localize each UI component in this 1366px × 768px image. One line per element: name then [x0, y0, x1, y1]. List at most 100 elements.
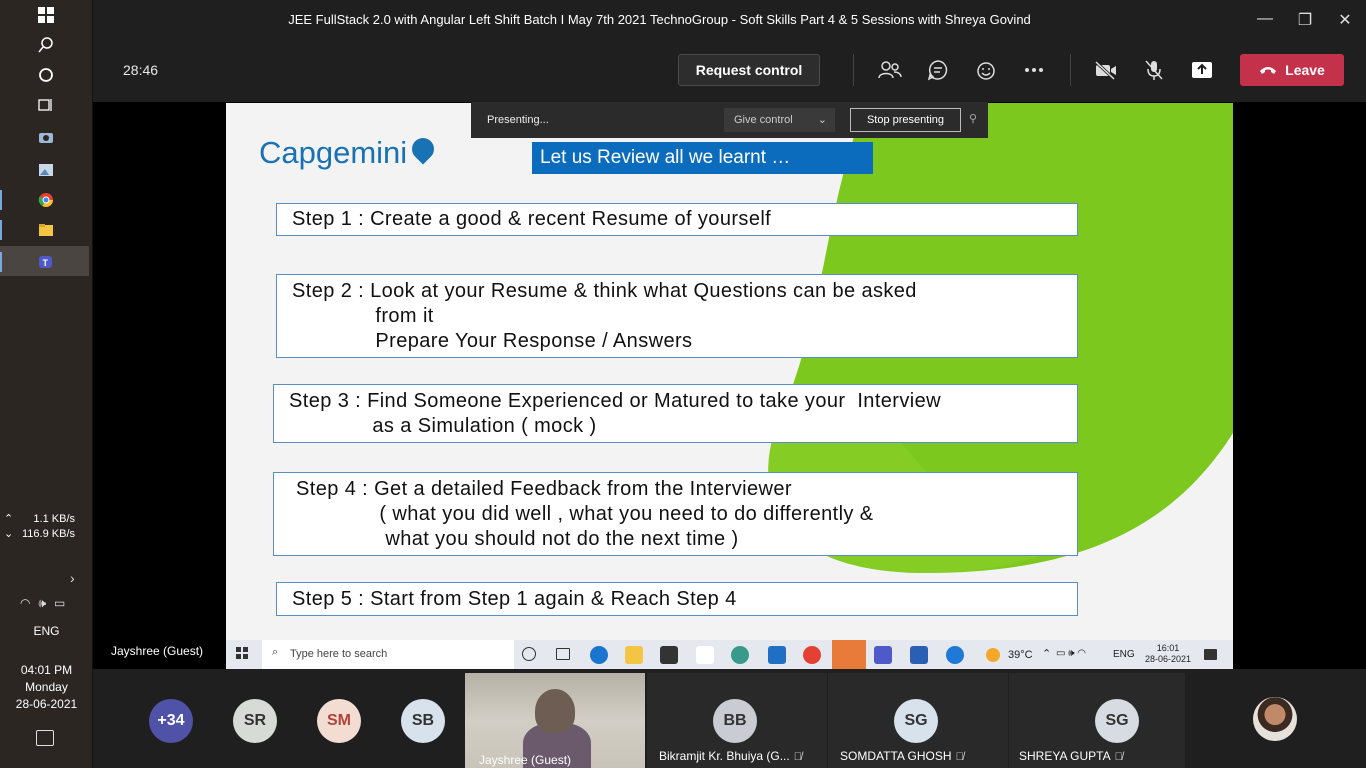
teams-icon[interactable]: T	[36, 252, 56, 272]
clock-date: 28-06-2021	[15, 697, 78, 711]
upload-arrow-icon: ⌃	[4, 513, 14, 525]
stop-presenting-button[interactable]: Stop presenting	[850, 108, 961, 132]
tray-language: ENG	[1113, 649, 1135, 660]
give-control-dropdown[interactable]: Give control ⌄	[724, 108, 835, 132]
chevron-down-icon: ⌄	[817, 114, 827, 126]
app-icon	[696, 646, 714, 664]
participant-name: SOMDATTA GHOSH	[840, 749, 952, 763]
self-avatar-photo[interactable]	[1253, 697, 1297, 741]
capgemini-logo: Capgemini	[259, 133, 439, 171]
meeting-timer: 28:46	[123, 62, 159, 78]
step-3-box: Step 3 : Find Someone Experienced or Mat…	[273, 384, 1078, 443]
step-4-box: Step 4 : Get a detailed Feedback from th…	[273, 472, 1078, 556]
network-speed-meter: ⌃ 1.1 KB/s ⌄ 116.9 KB/s	[0, 512, 93, 542]
step-5-box: Step 5 : Start from Step 1 again & Reach…	[276, 582, 1078, 616]
camera-app-icon[interactable]	[36, 127, 56, 147]
volume-icon[interactable]: 🕪	[38, 596, 46, 611]
clock-time: 04:01 PM	[20, 663, 73, 677]
reactions-icon[interactable]	[973, 58, 999, 82]
word-icon	[910, 646, 928, 664]
download-arrow-icon: ⌄	[4, 528, 14, 540]
tray-date: 28-06-2021	[1144, 654, 1192, 664]
participant-name-row: SOMDATTA GHOSH 🎙̸	[840, 749, 964, 763]
mail-icon	[768, 646, 786, 664]
presenting-control-bar: Presenting... Give control ⌄ Stop presen…	[471, 102, 988, 138]
participants-icon[interactable]	[877, 58, 903, 82]
participant-name-row: SHREYA GUPTA 🎙̸	[1019, 749, 1123, 763]
powerpoint-icon	[832, 640, 866, 669]
participant-name: Bikramjit Kr. Bhuiya (G...	[659, 749, 790, 763]
file-explorer-icon	[625, 646, 643, 664]
file-explorer-icon[interactable]	[36, 220, 56, 240]
system-tray: ◠ 🕪 ▭	[20, 596, 65, 611]
windows-taskbar: T ⌃ 1.1 KB/s ⌄ 116.9 KB/s › ◠ 🕪 ▭ ENG 04:0…	[0, 0, 93, 768]
task-view-icon[interactable]	[36, 95, 56, 115]
participant-video-face	[535, 689, 575, 733]
chrome-icon[interactable]	[36, 190, 56, 210]
window-title: JEE FullStack 2.0 with Angular Left Shif…	[288, 12, 1031, 27]
leave-button[interactable]: Leave	[1240, 54, 1344, 86]
close-button[interactable]: ✕	[1335, 10, 1355, 30]
participant-video-tile[interactable]: Jayshree (Guest)	[465, 673, 645, 768]
participant-avatar: BB	[713, 699, 757, 743]
participant-avatar: SG	[894, 699, 938, 743]
windows-start-icon	[236, 647, 250, 661]
request-control-button[interactable]: Request control	[678, 54, 820, 86]
maximize-button[interactable]: ❐	[1295, 10, 1315, 30]
pin-icon[interactable]: ⚲	[969, 112, 977, 125]
give-control-label: Give control	[734, 114, 793, 126]
windows-start-icon[interactable]	[36, 5, 56, 25]
mic-off-icon: 🎙̸	[955, 751, 964, 763]
participant-name-row: Bikramjit Kr. Bhuiya (G... 🎙̸	[659, 749, 802, 763]
mic-off-icon[interactable]	[1141, 58, 1167, 82]
notification-icon[interactable]	[36, 730, 54, 746]
presenting-status: Presenting...	[487, 114, 549, 126]
task-view-icon	[556, 648, 570, 660]
search-placeholder: Type here to search	[290, 648, 388, 660]
leave-label: Leave	[1285, 62, 1325, 78]
search-icon: ⌕	[272, 646, 279, 658]
minimize-button[interactable]: —	[1255, 10, 1275, 28]
participant-avatar[interactable]: SR	[233, 699, 277, 743]
taskbar-running-marker	[0, 190, 2, 210]
shared-windows-taskbar: ⌕ Type here to search 39°C ⌃ ▭ 🕪 ◠ ENG 1…	[226, 640, 1233, 669]
chat-icon[interactable]	[925, 58, 951, 82]
wifi-icon[interactable]: ◠	[20, 596, 30, 611]
battery-icon[interactable]: ▭	[54, 596, 65, 611]
tray-icons: ▭ 🕪 ◠	[1056, 648, 1087, 659]
download-speed: 116.9 KB/s	[22, 528, 75, 540]
logo-text: Capgemini	[259, 135, 408, 170]
tray-chevron-icon: ⌃	[1042, 648, 1052, 660]
chevron-right-icon[interactable]: ›	[70, 570, 75, 586]
photos-app-icon[interactable]	[36, 160, 56, 180]
participant-avatar[interactable]: SB	[401, 699, 445, 743]
meeting-toolbar: 28:46 Request control Leave	[93, 40, 1366, 102]
chrome-icon	[803, 646, 821, 664]
toolbar-divider	[1070, 54, 1071, 86]
share-tray-icon[interactable]	[1189, 58, 1215, 82]
language-indicator[interactable]: ENG	[0, 624, 93, 638]
more-options-icon[interactable]	[1021, 58, 1047, 82]
participant-name: Jayshree (Guest)	[479, 753, 572, 767]
participant-strip: +34 SR SM SB Jayshree (Guest) BB Bikramj…	[93, 669, 1366, 768]
step-2-box: Step 2 : Look at your Resume & think wha…	[276, 274, 1078, 358]
participant-avatar[interactable]: SM	[317, 699, 361, 743]
teams-icon	[874, 646, 892, 664]
participant-tile[interactable]: BB Bikramjit Kr. Bhuiya (G... 🎙̸	[647, 673, 827, 768]
participant-avatar: SG	[1095, 699, 1139, 743]
app-icon	[731, 646, 749, 664]
mic-off-icon: 🎙̸	[793, 751, 802, 763]
participant-tile[interactable]: SG SHREYA GUPTA 🎙̸	[1009, 673, 1185, 768]
upload-speed: 1.1 KB/s	[33, 513, 75, 525]
camera-off-icon[interactable]	[1093, 58, 1119, 82]
participant-name: SHREYA GUPTA	[1019, 749, 1111, 763]
title-bar: JEE FullStack 2.0 with Angular Left Shif…	[93, 0, 1366, 40]
more-participants-button[interactable]: +34	[149, 699, 193, 743]
system-clock[interactable]: 04:01 PM Monday 28-06-2021	[0, 662, 93, 713]
presenter-name: Jayshree (Guest)	[111, 644, 204, 658]
cortana-icon[interactable]	[36, 65, 56, 85]
taskbar-search-box: ⌕ Type here to search	[262, 640, 514, 669]
participant-tile[interactable]: SG SOMDATTA GHOSH 🎙̸	[828, 673, 1008, 768]
search-icon[interactable]	[36, 35, 56, 55]
mic-off-icon: 🎙̸	[1114, 751, 1123, 763]
